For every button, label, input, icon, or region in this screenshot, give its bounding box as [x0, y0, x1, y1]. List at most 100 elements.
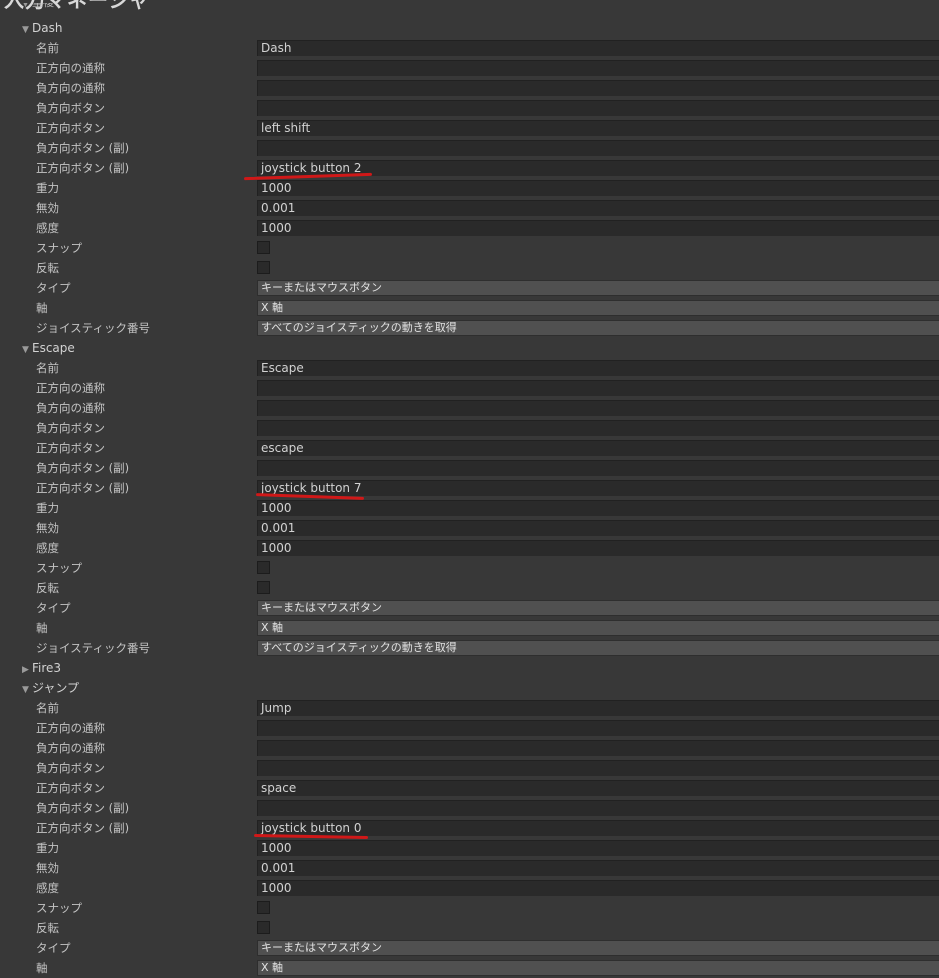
positive-button-field[interactable]: left shift	[257, 120, 939, 136]
axis-header-label: ジャンプ	[32, 681, 80, 695]
gravity-label: 重力	[36, 841, 59, 855]
descriptive-negative-name-field[interactable]	[257, 740, 939, 756]
axis-dropdown[interactable]: X 軸	[257, 960, 939, 976]
axis-dropdown[interactable]: X 軸	[257, 620, 939, 636]
alt-negative-button-field[interactable]	[257, 800, 939, 816]
dead-field[interactable]: 0.001	[257, 200, 939, 216]
name-field[interactable]: Dash	[257, 40, 939, 56]
positive-button-label: 正方向ボタン	[36, 121, 105, 135]
joy-num-dropdown[interactable]: すべてのジョイスティックの動きを取得	[257, 320, 939, 336]
descriptive-name-field[interactable]	[257, 380, 939, 396]
dead-label: 無効	[36, 861, 59, 875]
joy-num-label: ジョイスティック番号	[36, 641, 150, 655]
snap-checkbox[interactable]	[257, 561, 270, 574]
descriptive-name-label: 正方向の通称	[36, 61, 105, 75]
alt-positive-button-label: 正方向ボタン (副)	[36, 161, 130, 175]
collapsed-triangle-icon[interactable]: ▶	[22, 660, 32, 680]
name-field[interactable]: Jump	[257, 700, 939, 716]
axis-header-dash[interactable]: ▼ Dash	[0, 18, 939, 38]
gravity-field[interactable]: 1000	[257, 180, 939, 196]
dead-label: 無効	[36, 201, 59, 215]
type-dropdown[interactable]: キーまたはマウスボタン	[257, 280, 939, 296]
alt-negative-button-label: 負方向ボタン (副)	[36, 801, 130, 815]
alt-negative-button-field[interactable]	[257, 140, 939, 156]
descriptive-name-label: 正方向の通称	[36, 381, 105, 395]
gravity-label: 重力	[36, 501, 59, 515]
input-axes-list: ▼ Dash 名前 Dash 正方向の通称 負方向の通称 負方向ボタン 正方向ボタン…	[0, 18, 939, 978]
alt-negative-button-label: 負方向ボタン (副)	[36, 461, 130, 475]
name-label: 名前	[36, 701, 59, 715]
axis-label: 軸	[36, 621, 48, 635]
name-label: 名前	[36, 41, 59, 55]
type-label: タイプ	[36, 601, 71, 615]
invert-checkbox[interactable]	[257, 921, 270, 934]
invert-checkbox[interactable]	[257, 261, 270, 274]
type-label: タイプ	[36, 941, 71, 955]
alt-positive-button-label: 正方向ボタン (副)	[36, 481, 130, 495]
axis-label: 軸	[36, 961, 48, 975]
sensitivity-label: 感度	[36, 221, 59, 235]
invert-label: 反転	[36, 261, 59, 275]
joy-num-dropdown[interactable]: すべてのジョイスティックの動きを取得	[257, 640, 939, 656]
positive-button-field[interactable]: escape	[257, 440, 939, 456]
axis-header-fire3[interactable]: ▶ Fire3	[0, 658, 939, 678]
gravity-label: 重力	[36, 181, 59, 195]
descriptive-negative-name-field[interactable]	[257, 80, 939, 96]
axis-header-label: Escape	[32, 341, 75, 355]
negative-button-field[interactable]	[257, 100, 939, 116]
expanded-triangle-icon[interactable]: ▼	[22, 680, 32, 700]
snap-label: スナップ	[36, 561, 82, 575]
descriptive-negative-name-label: 負方向の通称	[36, 401, 105, 415]
axis-header-escape[interactable]: ▼ Escape	[0, 338, 939, 358]
type-dropdown[interactable]: キーまたはマウスボタン	[257, 940, 939, 956]
name-label: 名前	[36, 361, 59, 375]
sensitivity-field[interactable]: 1000	[257, 540, 939, 556]
negative-button-field[interactable]	[257, 760, 939, 776]
name-field[interactable]: Escape	[257, 360, 939, 376]
negative-button-label: 負方向ボタン	[36, 761, 105, 775]
type-dropdown[interactable]: キーまたはマウスボタン	[257, 600, 939, 616]
positive-button-field[interactable]: space	[257, 780, 939, 796]
negative-button-label: 負方向ボタン	[36, 101, 105, 115]
invert-checkbox[interactable]	[257, 581, 270, 594]
sensitivity-field[interactable]: 1000	[257, 880, 939, 896]
type-label: タイプ	[36, 281, 71, 295]
expanded-triangle-icon[interactable]: ▼	[22, 340, 32, 360]
snap-label: スナップ	[36, 901, 82, 915]
dead-field[interactable]: 0.001	[257, 520, 939, 536]
snap-checkbox[interactable]	[257, 901, 270, 914]
axis-label: 軸	[36, 301, 48, 315]
sensitivity-label: 感度	[36, 541, 59, 555]
gravity-field[interactable]: 1000	[257, 840, 939, 856]
dead-field[interactable]: 0.001	[257, 860, 939, 876]
positive-button-label: 正方向ボタン	[36, 781, 105, 795]
descriptive-negative-name-label: 負方向の通称	[36, 741, 105, 755]
gravity-field[interactable]: 1000	[257, 500, 939, 516]
alt-positive-button-field[interactable]: joystick button 0	[257, 820, 939, 836]
alt-positive-button-label: 正方向ボタン (副)	[36, 821, 130, 835]
clipped-section-header: ▼重複	[22, 3, 54, 9]
invert-label: 反転	[36, 921, 59, 935]
descriptive-negative-name-label: 負方向の通称	[36, 81, 105, 95]
descriptive-name-field[interactable]	[257, 720, 939, 736]
axis-header-label: Fire3	[32, 661, 62, 675]
descriptive-name-label: 正方向の通称	[36, 721, 105, 735]
negative-button-field[interactable]	[257, 420, 939, 436]
joy-num-label: ジョイスティック番号	[36, 321, 150, 335]
invert-label: 反転	[36, 581, 59, 595]
positive-button-label: 正方向ボタン	[36, 441, 105, 455]
negative-button-label: 負方向ボタン	[36, 421, 105, 435]
axis-header-jump[interactable]: ▼ ジャンプ	[0, 678, 939, 698]
snap-label: スナップ	[36, 241, 82, 255]
dead-label: 無効	[36, 521, 59, 535]
alt-positive-button-field[interactable]: joystick button 7	[257, 480, 939, 496]
alt-negative-button-label: 負方向ボタン (副)	[36, 141, 130, 155]
snap-checkbox[interactable]	[257, 241, 270, 254]
axis-dropdown[interactable]: X 軸	[257, 300, 939, 316]
descriptive-negative-name-field[interactable]	[257, 400, 939, 416]
sensitivity-field[interactable]: 1000	[257, 220, 939, 236]
descriptive-name-field[interactable]	[257, 60, 939, 76]
expanded-triangle-icon[interactable]: ▼	[22, 20, 32, 40]
alt-negative-button-field[interactable]	[257, 460, 939, 476]
axis-header-label: Dash	[32, 21, 63, 35]
